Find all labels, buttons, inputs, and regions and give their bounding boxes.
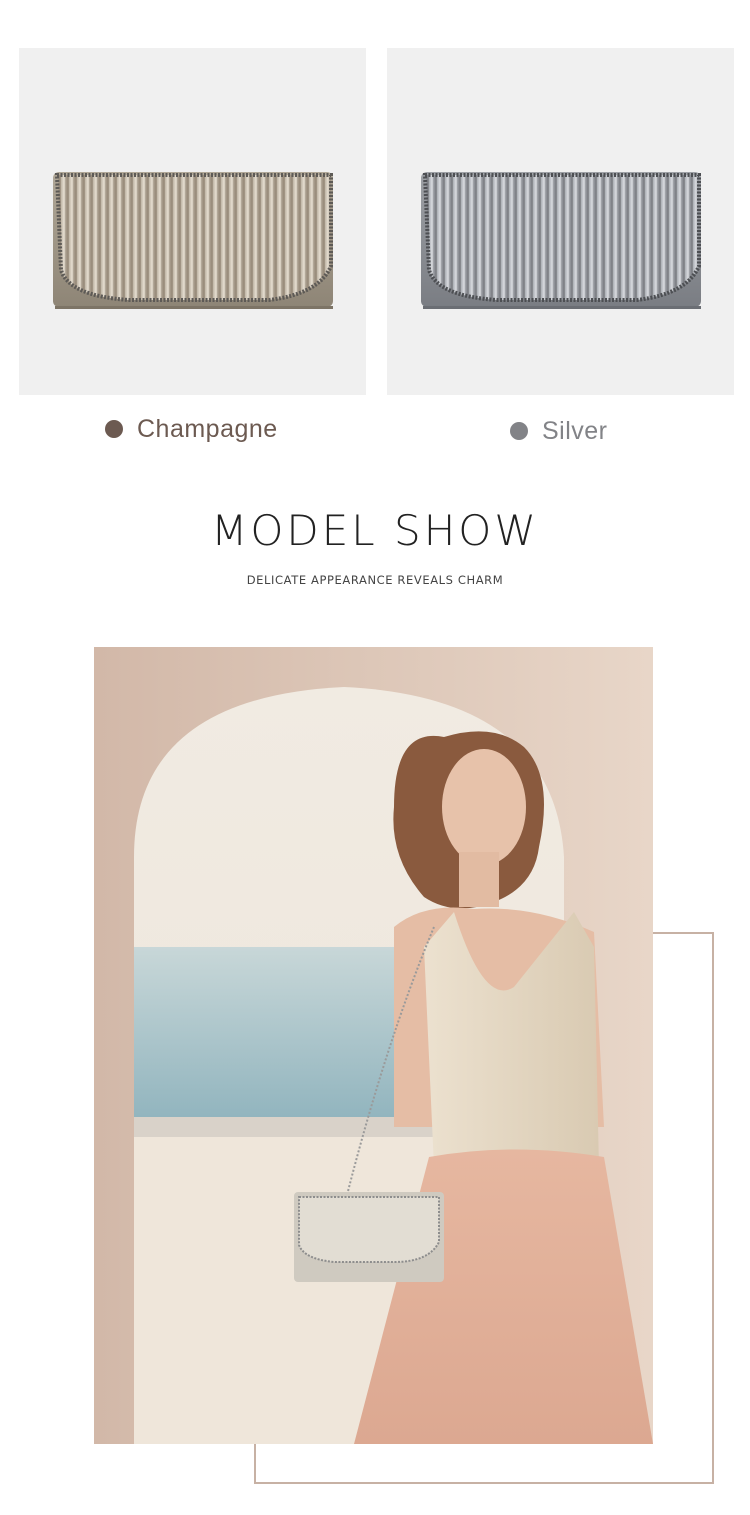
model-photo [94,647,653,1444]
swatch-silver[interactable]: Silver [510,413,608,449]
clutch-champagne-illustration [53,172,333,309]
swatch-champagne[interactable]: Champagne [105,411,278,447]
swatch-label-silver: Silver [542,416,608,445]
section-subtitle: DELICATE APPEARANCE REVEALS CHARM [246,573,504,587]
model-photo-illustration [94,647,653,1444]
clutch-silver-illustration [421,172,701,309]
champagne-color-dot [105,420,123,438]
swatch-label-champagne: Champagne [137,414,278,443]
section-title: MODEL SHOW [211,506,539,555]
product-image-champagne[interactable] [19,48,366,395]
silver-color-dot [510,422,528,440]
product-image-silver[interactable] [387,48,734,395]
